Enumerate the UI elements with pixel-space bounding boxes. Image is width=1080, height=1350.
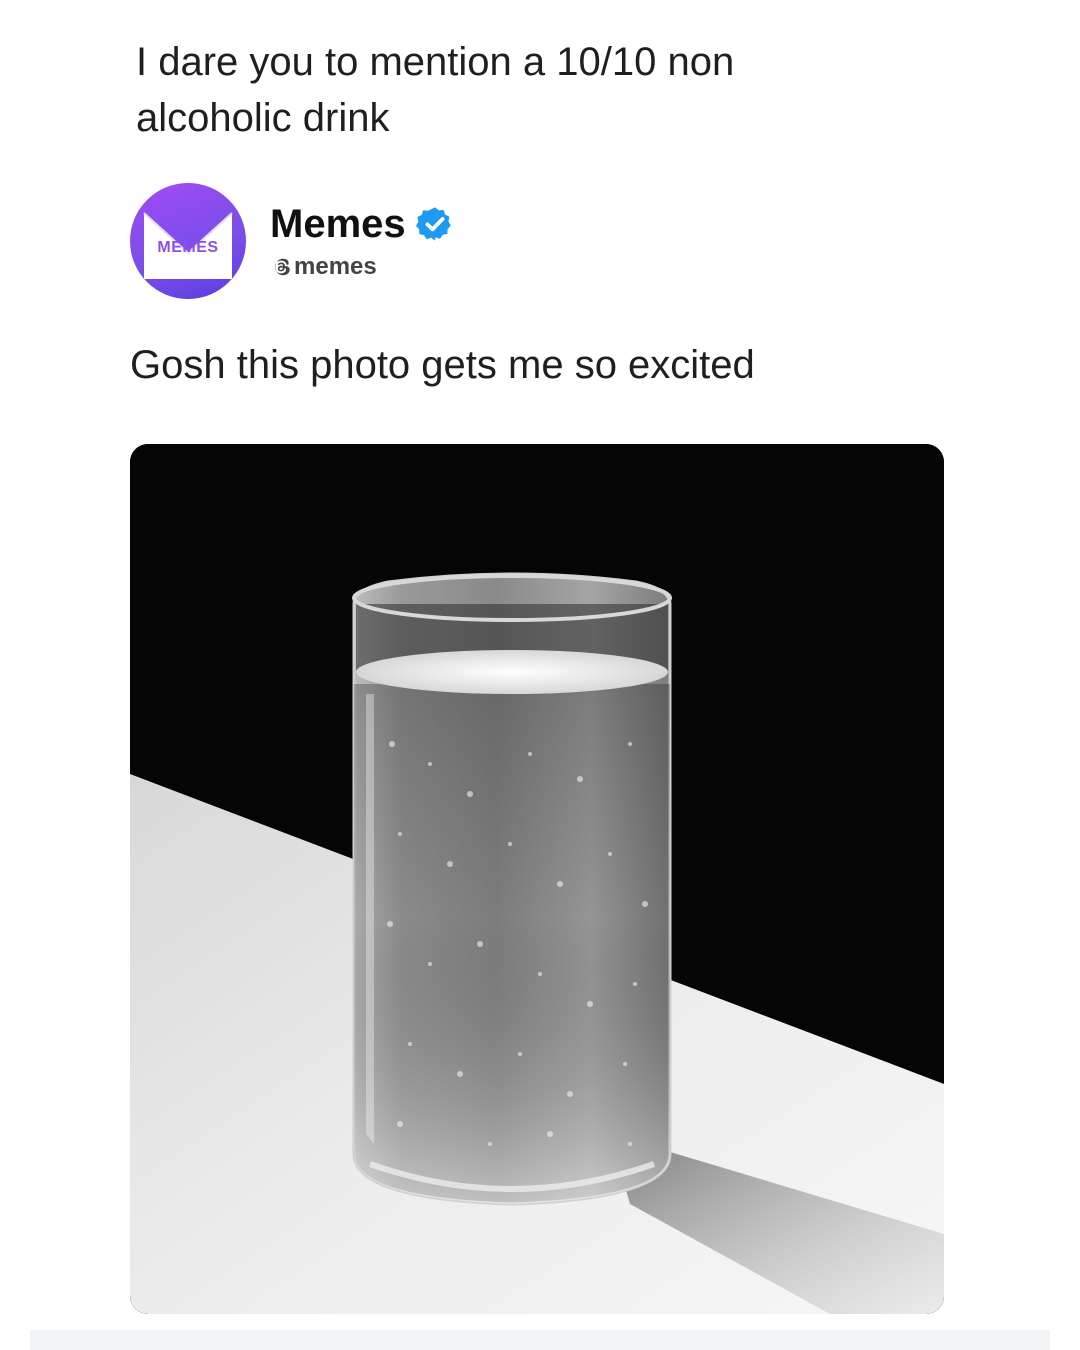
post-photo[interactable] xyxy=(130,444,944,1314)
meme-page: I dare you to mention a 10/10 non alcoho… xyxy=(0,0,1080,1350)
display-name[interactable]: Memes xyxy=(270,201,406,247)
post-header: MEMES Memes memes xyxy=(130,182,454,300)
name-row: Memes xyxy=(270,201,454,247)
glass-of-water-photo xyxy=(130,444,944,1314)
author-block: Memes memes xyxy=(270,201,454,281)
threads-icon xyxy=(275,258,290,276)
bottom-divider xyxy=(30,1330,1050,1350)
avatar-label: MEMES xyxy=(157,239,219,256)
post-text: Gosh this photo gets me so excited xyxy=(130,343,755,387)
meme-caption: I dare you to mention a 10/10 non alcoho… xyxy=(136,40,735,140)
avatar[interactable]: MEMES xyxy=(130,183,246,299)
handle[interactable]: memes xyxy=(270,253,454,281)
handle-text: memes xyxy=(294,253,377,280)
verified-badge-icon xyxy=(415,207,451,241)
